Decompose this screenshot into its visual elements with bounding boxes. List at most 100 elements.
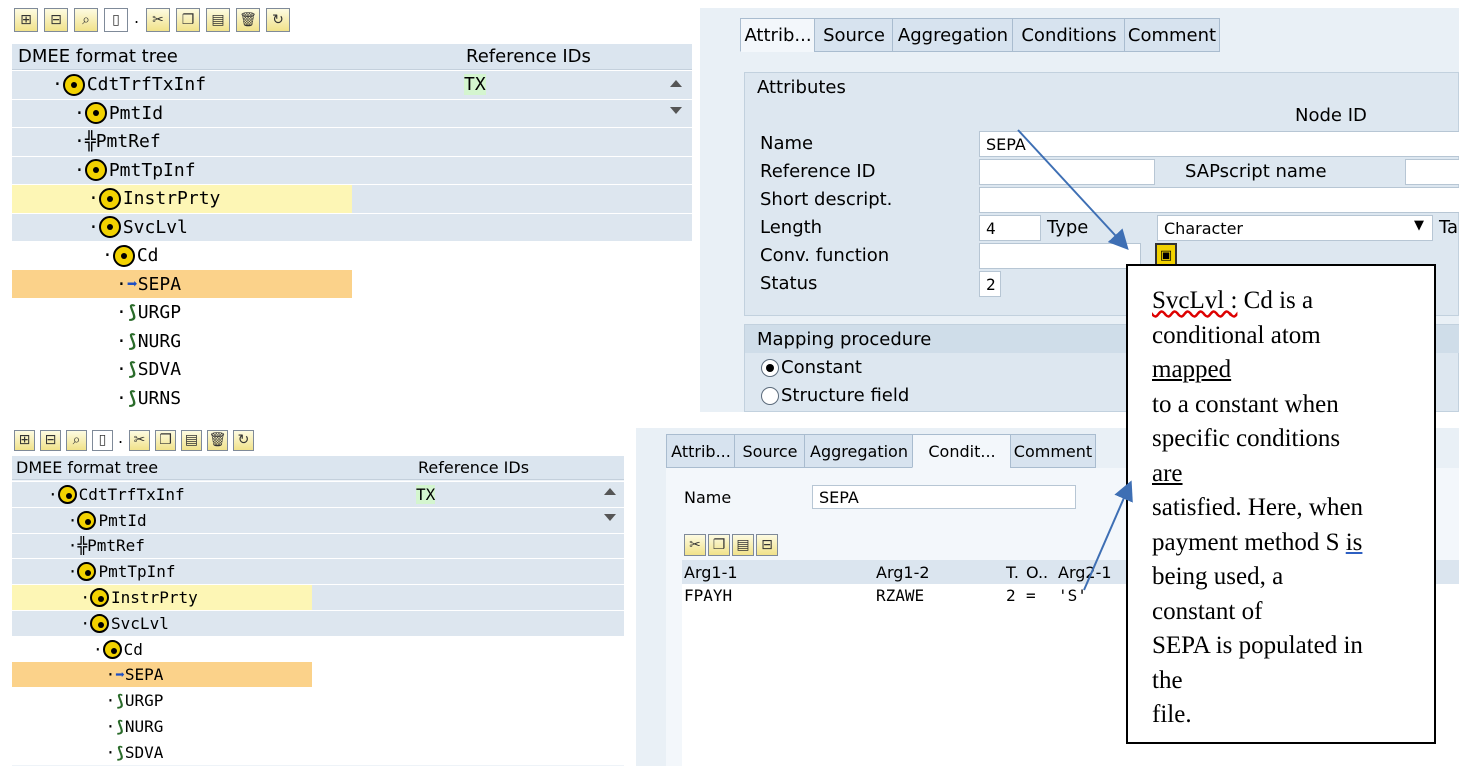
tree-node-label[interactable]: · ⟆ URGP	[12, 299, 181, 328]
tree-node-label[interactable]: · ⟆ URNS	[12, 384, 181, 413]
refresh-icon[interactable]: ↻	[266, 8, 290, 32]
tree-node-label[interactable]: · PmtTpInf	[12, 559, 176, 585]
tree-node-label[interactable]: · ╬ PmtRef	[12, 533, 145, 559]
length-label: Length	[760, 217, 823, 238]
paste-icon[interactable]: ▤	[732, 534, 754, 556]
new-page-icon[interactable]: ▯	[104, 8, 128, 32]
tree-row[interactable]: · ⟆ NURG	[12, 326, 692, 356]
tree-row[interactable]: · ╬ PmtRef	[12, 127, 692, 156]
tab-source[interactable]: Source	[814, 18, 894, 52]
length-field[interactable]: 4	[979, 215, 1041, 241]
name-field[interactable]: SEPA	[812, 485, 1076, 509]
tree-row[interactable]: · CdtTrfTxInf TX	[12, 70, 692, 99]
tree-row[interactable]: · ⟆ URNS	[12, 383, 692, 413]
copy-icon[interactable]: ❐	[155, 429, 176, 451]
tree-row[interactable]: · ⟆ URGP	[12, 687, 624, 714]
cut-icon[interactable]: ✂	[684, 534, 706, 556]
tab-attrib[interactable]: Attrib...	[666, 434, 736, 468]
type-select[interactable]: Character ▼	[1157, 215, 1433, 241]
tree-node-label[interactable]: · Cd	[12, 242, 159, 271]
scroll-down-icon[interactable]	[604, 514, 616, 521]
tree-connector: ·	[52, 74, 63, 96]
tree-node-label[interactable]: · InstrPrty	[12, 184, 352, 213]
tree-row[interactable]: · SvcLvl	[12, 610, 624, 636]
tree-row[interactable]: · InstrPrty	[12, 184, 692, 213]
tab-comment[interactable]: Comment	[1124, 18, 1220, 52]
delete-row-icon[interactable]: ⊟	[756, 534, 778, 556]
name-field[interactable]: SEPA	[979, 131, 1459, 157]
tree-node-label[interactable]: · InstrPrty	[12, 584, 312, 611]
paste-icon[interactable]: ▤	[206, 8, 230, 32]
tree-node-label[interactable]: · PmtTpInf	[12, 156, 196, 185]
tree-row[interactable]: · PmtTpInf	[12, 558, 624, 585]
tree-node-label[interactable]: · ⟆ SDVA	[12, 356, 181, 385]
tree-node-label[interactable]: · CdtTrfTxInf	[12, 71, 206, 100]
tree-node-label[interactable]: · ⟆ NURG	[12, 714, 164, 740]
new-page-icon[interactable]: ▯	[92, 429, 113, 451]
tree-node-label[interactable]: · PmtId	[12, 99, 163, 128]
delete-icon[interactable]: 🗑	[236, 8, 260, 32]
tab-source[interactable]: Source	[734, 434, 806, 468]
tab-aggregation[interactable]: Aggregation	[804, 434, 914, 468]
tree-row[interactable]: · PmtTpInf	[12, 155, 692, 185]
refresh-icon[interactable]: ↻	[233, 429, 254, 451]
reference-id-field[interactable]	[979, 159, 1155, 185]
tree-node-label[interactable]: · ⟆ URGP	[12, 688, 164, 714]
tree-row[interactable]: · ⟆ SDVA	[12, 355, 692, 384]
binoculars-icon[interactable]: ⌕	[74, 8, 98, 32]
status-value: 2	[986, 274, 996, 294]
tree-node-label[interactable]: · ➡ SEPA	[12, 662, 312, 688]
short-description-field[interactable]	[979, 187, 1459, 213]
tree-row[interactable]: · ➡ SEPA	[12, 661, 624, 688]
scroll-down-icon[interactable]	[670, 107, 682, 114]
collapse-all-icon[interactable]: ⊟	[44, 8, 68, 32]
tab-conditions[interactable]: Conditions	[1012, 18, 1126, 52]
tree-node-label[interactable]: · ╬ PmtRef	[12, 128, 161, 157]
tree-row[interactable]: · SvcLvl	[12, 212, 692, 242]
tab-condit[interactable]: Condit...	[912, 434, 1012, 468]
binoculars-icon[interactable]: ⌕	[66, 429, 87, 451]
structure-field-radio[interactable]	[761, 387, 779, 405]
tree-row[interactable]: · PmtId	[12, 506, 624, 533]
tree-node-label[interactable]: · ⟆ SDVA	[12, 740, 164, 766]
tree-row[interactable]: · Cd	[12, 635, 624, 662]
length-value: 4	[986, 218, 996, 238]
cut-icon[interactable]: ✂	[146, 8, 170, 32]
tree-row[interactable]: · PmtId	[12, 98, 692, 128]
tree-row[interactable]: · ⟆ NURG	[12, 713, 624, 739]
tree-row[interactable]: · ╬ PmtRef	[12, 532, 624, 559]
cut-icon[interactable]: ✂	[129, 429, 150, 451]
tree-connector: ·	[88, 188, 99, 210]
tree-row[interactable]: · Cd	[12, 241, 692, 270]
scroll-up-icon[interactable]	[670, 80, 682, 87]
tree-row[interactable]: · CdtTrfTxInf TX	[12, 481, 624, 507]
tab-attrib[interactable]: Attrib...	[740, 18, 816, 52]
paste-icon[interactable]: ▤	[181, 429, 202, 451]
tree-node-label[interactable]: · CdtTrfTxInf	[12, 482, 185, 508]
expand-all-icon[interactable]: ⊞	[14, 8, 38, 32]
callout-line: the	[1152, 666, 1183, 694]
conversion-function-field[interactable]	[979, 243, 1141, 269]
copy-icon[interactable]: ❐	[708, 534, 730, 556]
delete-icon[interactable]: 🗑	[207, 429, 228, 451]
copy-icon[interactable]: ❐	[176, 8, 200, 32]
tree-node-label[interactable]: · ➡ SEPA	[12, 270, 352, 299]
tree-row[interactable]: · ➡ SEPA	[12, 269, 692, 299]
collapse-all-icon[interactable]: ⊟	[40, 429, 61, 451]
sapscript-name-field[interactable]	[1405, 159, 1459, 185]
tab-comment[interactable]: Comment	[1010, 434, 1096, 468]
tree-node-label[interactable]: · SvcLvl	[12, 611, 169, 637]
status-field[interactable]: 2	[979, 271, 1001, 297]
chevron-down-icon[interactable]: ▼	[1414, 218, 1424, 233]
constant-radio[interactable]	[761, 359, 779, 377]
tree-row[interactable]: · ⟆ SDVA	[12, 739, 624, 765]
tree-row[interactable]: · ⟆ URGP	[12, 298, 692, 327]
expand-all-icon[interactable]: ⊞	[14, 429, 35, 451]
scroll-up-icon[interactable]	[604, 488, 616, 495]
tree-node-label[interactable]: · PmtId	[12, 507, 147, 533]
tab-aggregation[interactable]: Aggregation	[892, 18, 1014, 52]
tree-node-label[interactable]: · ⟆ NURG	[12, 327, 181, 356]
tree-node-label[interactable]: · SvcLvl	[12, 213, 188, 242]
tree-row[interactable]: · InstrPrty	[12, 584, 624, 611]
tree-node-label[interactable]: · Cd	[12, 636, 143, 662]
